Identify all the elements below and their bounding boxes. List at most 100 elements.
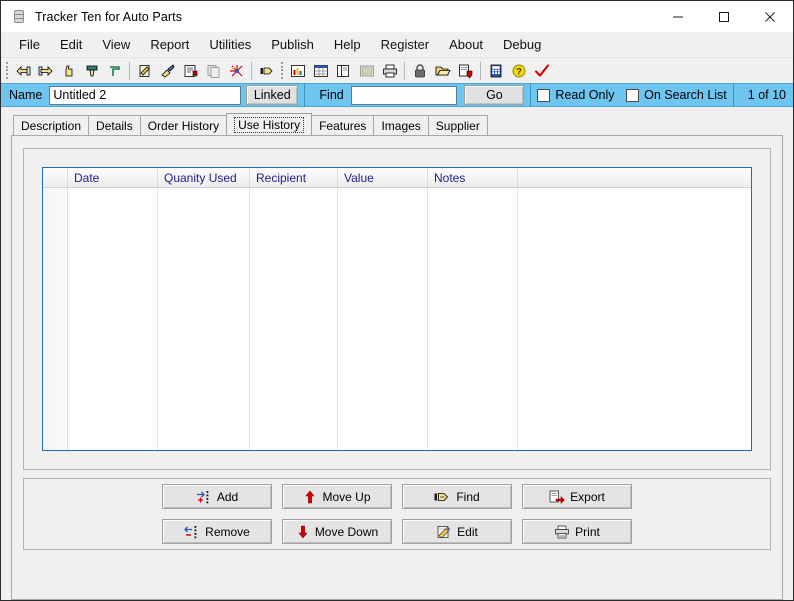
fireworks-icon[interactable] — [225, 60, 248, 82]
toolbar-grip-2[interactable] — [279, 61, 284, 80]
name-label: Name — [9, 88, 43, 102]
menu-item-view[interactable]: View — [92, 34, 140, 55]
open-folder-icon[interactable] — [431, 60, 454, 82]
record-separator — [304, 83, 306, 107]
grid-column-quantity-used[interactable] — [158, 188, 250, 450]
move-down-button[interactable]: Move Down — [282, 519, 392, 544]
menu-item-debug[interactable]: Debug — [493, 34, 551, 55]
copy-record-icon[interactable] — [202, 60, 225, 82]
edit-button-label: Edit — [457, 524, 478, 539]
chart-icon[interactable] — [286, 60, 309, 82]
tab-details[interactable]: Details — [88, 115, 141, 135]
grid-header-recipient[interactable]: Recipient — [250, 168, 338, 187]
name-input[interactable]: Untitled 2 — [49, 85, 242, 105]
menu-item-register[interactable]: Register — [371, 34, 439, 55]
close-button[interactable] — [747, 1, 793, 32]
minimize-button[interactable] — [655, 1, 701, 32]
edit-pencil-icon — [437, 525, 451, 538]
use-history-grid[interactable]: Date Quanity Used Recipient Value Notes — [42, 167, 752, 451]
tab-use-history[interactable]: Use History — [226, 113, 313, 135]
go-button[interactable]: Go — [464, 85, 525, 105]
svg-text:?: ? — [516, 66, 522, 76]
print-button[interactable]: Print — [522, 519, 632, 544]
next-record-icon[interactable] — [34, 60, 57, 82]
menu-item-about[interactable]: About — [439, 34, 493, 55]
on-search-list-checkbox[interactable]: On Search List — [626, 88, 727, 102]
menu-item-help[interactable]: Help — [324, 34, 371, 55]
check-icon[interactable] — [530, 60, 553, 82]
calculator-icon[interactable] — [484, 60, 507, 82]
grid-header-notes[interactable]: Notes — [428, 168, 518, 187]
remove-button[interactable]: Remove — [162, 519, 272, 544]
add-row-icon — [196, 490, 209, 503]
grid-header-filler[interactable] — [518, 168, 751, 187]
grid-column-notes[interactable] — [428, 188, 518, 450]
tab-features[interactable]: Features — [311, 115, 375, 135]
toolbar-grip[interactable] — [4, 61, 9, 80]
find-pointer-icon[interactable] — [255, 60, 278, 82]
on-search-list-label: On Search List — [644, 88, 727, 102]
record-separator-3 — [732, 83, 734, 107]
grid-body-empty[interactable] — [43, 188, 751, 450]
read-only-checkbox[interactable]: Read Only — [537, 88, 614, 102]
tab-supplier[interactable]: Supplier — [427, 115, 488, 135]
move-up-button[interactable]: Move Up — [282, 484, 392, 509]
edit-button[interactable]: Edit — [402, 519, 512, 544]
duplicate-icon[interactable] — [332, 60, 355, 82]
delete-record-icon[interactable] — [103, 60, 126, 82]
printer-icon — [555, 525, 570, 538]
add-record-icon[interactable] — [80, 60, 103, 82]
export-document-icon — [549, 490, 566, 504]
tab-description[interactable]: Description — [13, 115, 90, 135]
grid-column-value[interactable] — [338, 188, 428, 450]
tab-order-history[interactable]: Order History — [139, 115, 228, 135]
grid-column-recipient[interactable] — [250, 188, 338, 450]
tab-use-history-label: Use History — [234, 116, 305, 133]
database-icon — [11, 9, 27, 25]
first-record-icon[interactable] — [57, 60, 80, 82]
grid-header-quantity-used[interactable]: Quanity Used — [158, 168, 250, 187]
previous-record-icon[interactable] — [11, 60, 34, 82]
edit-record-icon[interactable] — [133, 60, 156, 82]
grid-header-date[interactable]: Date — [68, 168, 158, 187]
paint-record-icon[interactable] — [156, 60, 179, 82]
use-history-grid-panel: Date Quanity Used Recipient Value Notes — [23, 148, 771, 470]
lock-icon[interactable] — [408, 60, 431, 82]
menu-item-publish[interactable]: Publish — [261, 34, 324, 55]
export-button[interactable]: Export — [522, 484, 632, 509]
add-button[interactable]: Add — [162, 484, 272, 509]
maximize-button[interactable] — [701, 1, 747, 32]
record-counter: 1 of 10 — [747, 88, 787, 102]
menu-item-edit[interactable]: Edit — [50, 34, 92, 55]
images-icon[interactable] — [355, 60, 378, 82]
remove-row-icon — [184, 525, 197, 538]
notes-icon[interactable] — [179, 60, 202, 82]
menu-item-report[interactable]: Report — [140, 34, 199, 55]
grid-header-value[interactable]: Value — [338, 168, 428, 187]
table-icon[interactable] — [309, 60, 332, 82]
print-preview-icon[interactable] — [378, 60, 401, 82]
menu-item-utilities[interactable]: Utilities — [199, 34, 261, 55]
save-icon[interactable] — [454, 60, 477, 82]
read-only-checkbox-box[interactable] — [537, 88, 551, 102]
grid-column-filler[interactable] — [518, 188, 751, 450]
help-icon[interactable]: ? — [507, 60, 530, 82]
find-button[interactable]: Find — [402, 484, 512, 509]
grid-header-row: Date Quanity Used Recipient Value Notes — [43, 168, 751, 188]
grid-column-date[interactable] — [68, 188, 158, 450]
record-toolbar: Name Untitled 2 Linked Find Go Read Only… — [1, 83, 793, 107]
linked-button[interactable]: Linked — [246, 85, 299, 105]
find-label: Find — [319, 88, 344, 102]
find-input[interactable] — [350, 85, 458, 105]
tab-images[interactable]: Images — [373, 115, 429, 135]
on-search-list-checkbox-box[interactable] — [626, 88, 640, 102]
find-button-label: Find — [456, 489, 480, 504]
grid-row-header-column[interactable] — [43, 188, 68, 450]
toolbar-separator — [251, 61, 252, 80]
arrow-up-icon — [305, 490, 316, 503]
add-button-label: Add — [216, 489, 239, 504]
menu-item-file[interactable]: File — [9, 34, 50, 55]
grid-header-corner[interactable] — [43, 168, 68, 187]
action-buttons-grid: Add Move Up Find Export Remove Move Down… — [162, 484, 632, 544]
menu-bar: File Edit View Report Utilities Publish … — [1, 32, 793, 58]
